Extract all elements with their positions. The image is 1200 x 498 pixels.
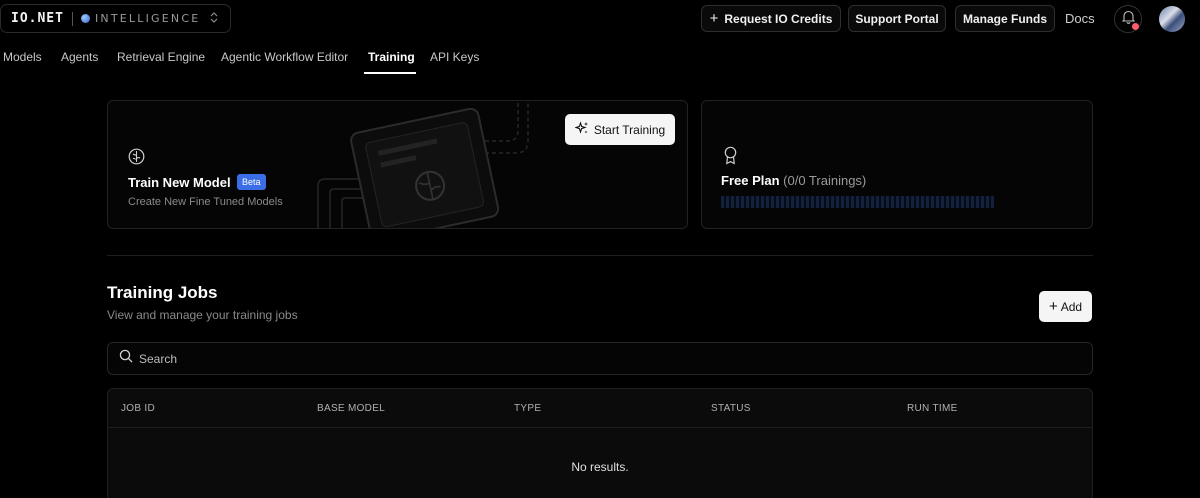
support-portal-button[interactable]: Support Portal bbox=[848, 5, 946, 32]
io-net-logo: IO.NET bbox=[11, 11, 64, 26]
column-run-time[interactable]: RUN TIME bbox=[907, 403, 958, 414]
request-credits-button[interactable]: + Request IO Credits bbox=[701, 5, 841, 32]
search-input[interactable] bbox=[139, 351, 1039, 366]
request-credits-label: Request IO Credits bbox=[724, 11, 833, 26]
free-plan-card: Free Plan (0/0 Trainings) bbox=[701, 100, 1093, 229]
tab-retrieval-engine[interactable]: Retrieval Engine bbox=[117, 50, 205, 64]
search-icon bbox=[119, 349, 133, 368]
start-training-label: Start Training bbox=[593, 122, 666, 137]
user-avatar[interactable] bbox=[1159, 6, 1185, 32]
tab-training[interactable]: Training bbox=[368, 50, 415, 64]
manage-funds-label: Manage Funds bbox=[962, 11, 1047, 26]
train-new-model-card: Train New Model Beta Create New Fine Tun… bbox=[107, 100, 688, 229]
brand-subtitle: INTELLIGENCE bbox=[94, 12, 201, 25]
brand-switcher[interactable]: IO.NET INTELLIGENCE bbox=[0, 4, 231, 33]
add-job-button[interactable]: + Add bbox=[1039, 291, 1092, 322]
beta-badge: Beta bbox=[237, 174, 266, 190]
sparkles-icon bbox=[574, 121, 589, 138]
section-divider bbox=[107, 255, 1093, 256]
brain-icon bbox=[128, 148, 145, 165]
globe-icon bbox=[80, 14, 90, 23]
train-card-title: Train New Model bbox=[128, 175, 231, 190]
column-status[interactable]: STATUS bbox=[711, 403, 751, 414]
plus-icon: + bbox=[709, 10, 719, 27]
column-job-id[interactable]: JOB ID bbox=[121, 403, 155, 414]
plan-title-row: Free Plan (0/0 Trainings) bbox=[721, 173, 866, 188]
docs-link[interactable]: Docs bbox=[1065, 11, 1095, 26]
training-jobs-title: Training Jobs bbox=[107, 283, 218, 302]
training-jobs-subtitle: View and manage your training jobs bbox=[107, 308, 298, 322]
chevron-up-down-icon bbox=[210, 11, 218, 26]
table-header: JOB ID BASE MODEL TYPE STATUS RUN TIME bbox=[108, 389, 1092, 428]
support-portal-label: Support Portal bbox=[855, 11, 939, 26]
plus-icon: + bbox=[1048, 298, 1058, 315]
column-base-model[interactable]: BASE MODEL bbox=[317, 403, 385, 414]
train-card-subtitle: Create New Fine Tuned Models bbox=[128, 196, 283, 208]
notification-dot bbox=[1132, 23, 1139, 30]
tab-agentic-workflow-editor[interactable]: Agentic Workflow Editor bbox=[221, 50, 348, 64]
start-training-button[interactable]: Start Training bbox=[565, 114, 675, 145]
award-icon bbox=[722, 146, 739, 165]
training-jobs-table: JOB ID BASE MODEL TYPE STATUS RUN TIME N… bbox=[107, 388, 1093, 498]
decorative-chip-illustration bbox=[317, 101, 529, 228]
plan-training-count: (0/0 Trainings) bbox=[783, 173, 867, 188]
top-bar: IO.NET INTELLIGENCE + Request IO Credits… bbox=[0, 0, 1200, 38]
empty-state-message: No results. bbox=[571, 460, 629, 474]
plan-name: Free Plan bbox=[721, 173, 780, 188]
main-nav: Models Agents Retrieval Engine Agentic W… bbox=[0, 44, 1200, 74]
tab-agents[interactable]: Agents bbox=[61, 50, 98, 64]
search-bar bbox=[107, 342, 1093, 375]
brand-divider bbox=[71, 11, 73, 26]
active-tab-indicator bbox=[364, 72, 416, 74]
tab-models[interactable]: Models bbox=[3, 50, 42, 64]
add-job-label: Add bbox=[1060, 299, 1083, 314]
tab-api-keys[interactable]: API Keys bbox=[430, 50, 479, 64]
notifications-button[interactable] bbox=[1114, 5, 1142, 33]
column-type[interactable]: TYPE bbox=[514, 403, 541, 414]
manage-funds-button[interactable]: Manage Funds bbox=[955, 5, 1055, 32]
plan-usage-progress-bar bbox=[721, 196, 994, 208]
